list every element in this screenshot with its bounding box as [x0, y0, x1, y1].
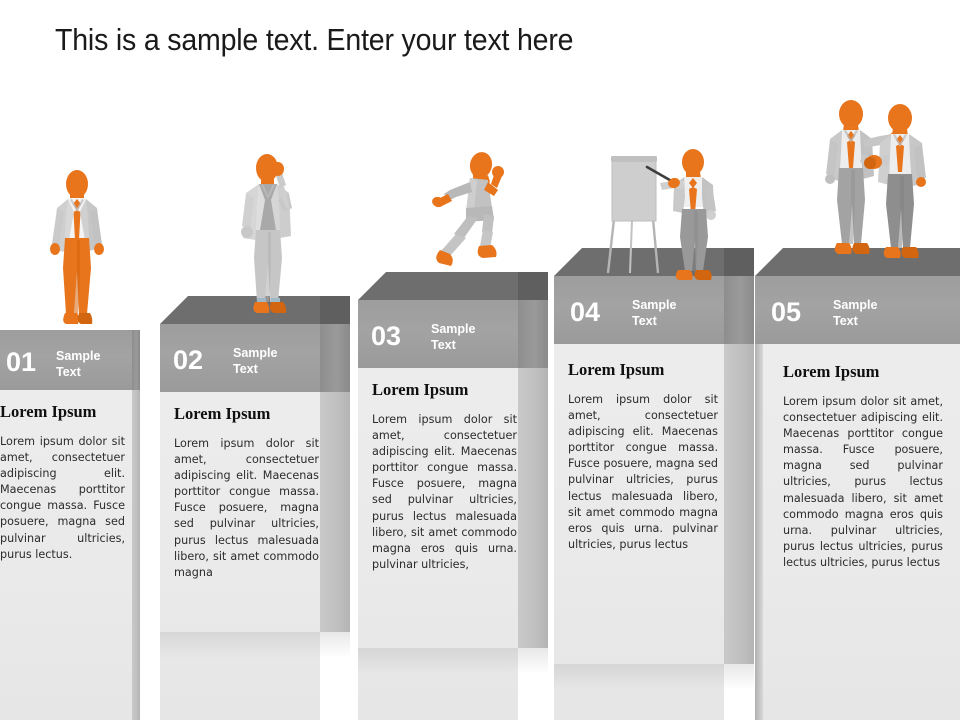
block-reflection-02 — [160, 632, 350, 658]
step-number-05: 05 — [771, 297, 802, 327]
step-sample-label-02: Sample Text — [233, 346, 278, 376]
slide-canvas: This is a sample text. Enter your text h… — [0, 0, 960, 720]
block-body-side-04 — [724, 344, 754, 664]
figure-businessman-on-phone — [234, 152, 302, 317]
step-block-04[interactable]: 04 Sample Text Lorem Ipsum Lorem ipsum d… — [554, 248, 754, 720]
step-sample-label-01: Sample Text — [56, 349, 101, 379]
block-body-side-02 — [320, 392, 350, 632]
block-side-face-01 — [132, 330, 140, 390]
figure-presenter-with-flipchart — [600, 145, 725, 285]
step-heading-05: Lorem Ipsum — [783, 362, 880, 381]
step-number-01: 01 — [6, 347, 37, 377]
step-heading-01: Lorem Ipsum — [0, 402, 97, 421]
block-side-face-02 — [320, 324, 350, 392]
step-block-05[interactable]: 05 Sample Text Lorem Ipsum Lorem ipsum d… — [755, 248, 960, 720]
step-number-02: 02 — [173, 345, 204, 375]
step-body-text-02: Lorem ipsum dolor sit amet, consectetuer… — [174, 437, 319, 579]
step-body-text-05: Lorem ipsum dolor sit amet, consectetuer… — [783, 395, 943, 569]
step-sample-label-04: Sample Text — [632, 298, 677, 328]
block-body-side-05 — [755, 344, 763, 720]
block-body-side-01 — [132, 390, 140, 720]
step-heading-04: Lorem Ipsum — [568, 360, 665, 379]
step-body-text-03: Lorem ipsum dolor sit amet, consectetuer… — [372, 413, 517, 571]
step-body-panel-01: Lorem Ipsum Lorem ipsum dolor sit amet, … — [0, 390, 132, 720]
figure-person-running — [420, 150, 510, 278]
block-reflection-03 — [358, 648, 548, 674]
step-body-panel-05: Lorem Ipsum Lorem ipsum dolor sit amet, … — [755, 344, 960, 720]
step-heading-02: Lorem Ipsum — [174, 404, 271, 423]
step-header-05: 05 Sample Text — [755, 276, 960, 344]
block-body-side-03 — [518, 368, 548, 648]
block-reflection-04 — [554, 664, 754, 690]
figure-businessman-walking — [44, 168, 110, 333]
step-header-03: 03 Sample Text — [358, 300, 518, 368]
step-heading-03: Lorem Ipsum — [372, 380, 469, 399]
block-side-face-03 — [518, 300, 548, 368]
step-header-01: 01 Sample Text — [0, 330, 132, 390]
step-header-02: 02 Sample Text — [160, 324, 320, 392]
step-number-03: 03 — [371, 321, 402, 351]
step-sample-label-05: Sample Text — [833, 298, 878, 328]
step-sample-label-03: Sample Text — [431, 322, 476, 352]
block-side-face-04 — [724, 276, 754, 344]
step-block-01[interactable]: 01 Sample Text Lorem Ipsum Lorem ipsum d… — [0, 290, 140, 720]
step-body-text-04: Lorem ipsum dolor sit amet, consectetuer… — [568, 393, 718, 551]
figure-businessmen-handshake — [818, 96, 936, 261]
step-block-02[interactable]: 02 Sample Text Lorem Ipsum Lorem ipsum d… — [160, 296, 350, 720]
step-body-panel-02: Lorem Ipsum Lorem ipsum dolor sit amet, … — [160, 392, 320, 720]
page-title: This is a sample text. Enter your text h… — [55, 22, 574, 57]
step-number-04: 04 — [570, 297, 601, 327]
step-block-03[interactable]: 03 Sample Text Lorem Ipsum Lorem ipsum d… — [358, 272, 548, 720]
step-body-text-01: Lorem ipsum dolor sit amet, consectetuer… — [0, 435, 125, 561]
step-header-04: 04 Sample Text — [554, 276, 724, 344]
